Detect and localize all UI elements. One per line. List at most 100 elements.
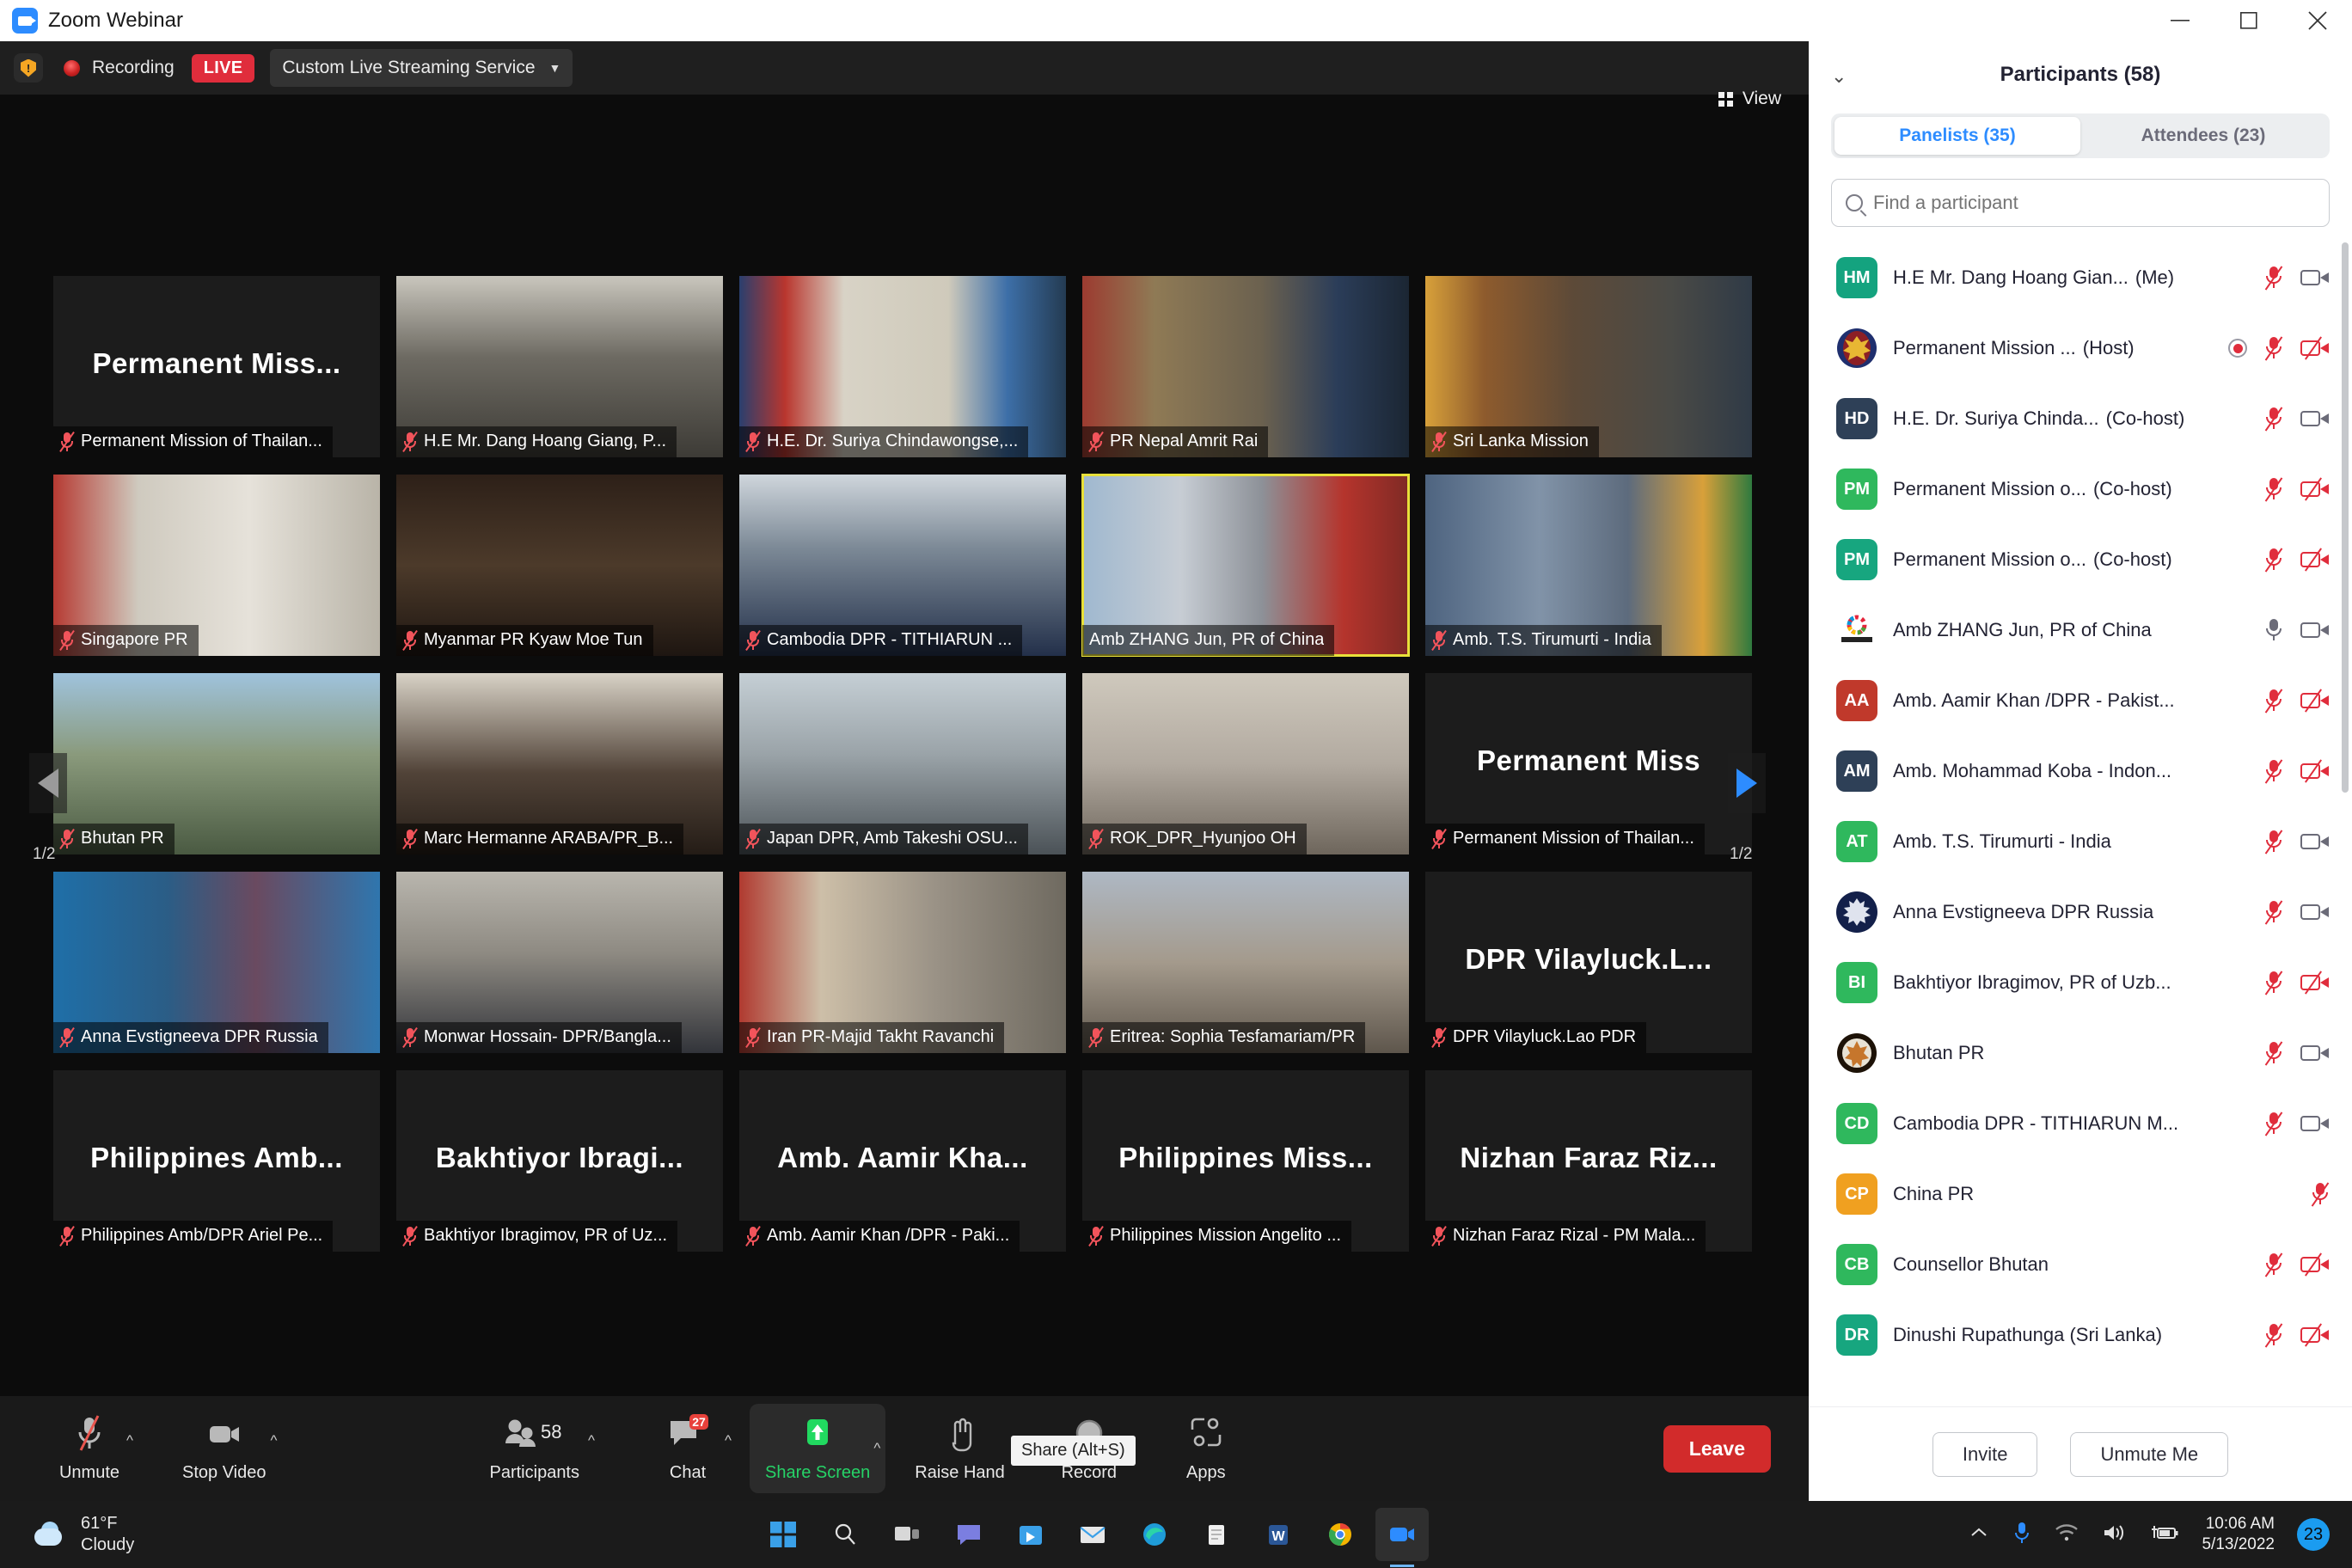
apps-button[interactable]: Apps bbox=[1170, 1396, 1242, 1501]
zoom-icon[interactable] bbox=[1375, 1508, 1429, 1561]
mic-muted-icon[interactable] bbox=[2264, 406, 2283, 432]
participant-row[interactable]: AT Amb. T.S. Tirumurti - India bbox=[1809, 806, 2352, 877]
participants-scrollbar[interactable] bbox=[2342, 242, 2349, 793]
chevron-up-icon[interactable]: ^ bbox=[588, 1432, 595, 1449]
video-tile[interactable]: Bakhtiyor Ibragi... Bakhtiyor Ibragimov,… bbox=[396, 1070, 723, 1252]
chat-teams-icon[interactable] bbox=[942, 1508, 995, 1561]
mic-muted-icon[interactable] bbox=[2264, 1040, 2283, 1066]
mic-muted-icon[interactable] bbox=[2264, 829, 2283, 854]
participants-button[interactable]: 58 ^ Participants bbox=[487, 1396, 584, 1501]
video-tile[interactable]: Philippines Amb... Philippines Amb/DPR A… bbox=[53, 1070, 380, 1252]
minimize-button[interactable] bbox=[2146, 0, 2214, 41]
video-tile[interactable]: Philippines Miss... Philippines Mission … bbox=[1082, 1070, 1409, 1252]
mic-muted-icon[interactable] bbox=[2264, 547, 2283, 573]
video-tile[interactable]: PR Nepal Amrit Rai bbox=[1082, 276, 1409, 457]
previous-page-button[interactable] bbox=[29, 753, 67, 813]
camera-off-icon[interactable] bbox=[2300, 972, 2330, 993]
participant-row[interactable]: Amb ZHANG Jun, PR of China bbox=[1809, 595, 2352, 665]
edge-icon[interactable] bbox=[1128, 1508, 1181, 1561]
mic-muted-icon[interactable] bbox=[2264, 1111, 2283, 1136]
video-tile[interactable]: ROK_DPR_Hyunjoo OH bbox=[1082, 673, 1409, 854]
video-tile[interactable]: Monwar Hossain- DPR/Bangla... bbox=[396, 872, 723, 1053]
camera-off-icon[interactable] bbox=[2300, 1325, 2330, 1345]
video-tile[interactable]: Iran PR-Majid Takht Ravanchi bbox=[739, 872, 1066, 1053]
next-page-button[interactable] bbox=[1728, 753, 1766, 813]
tab-attendees[interactable]: Attendees (23) bbox=[2080, 117, 2326, 155]
search-icon[interactable] bbox=[818, 1508, 872, 1561]
unmute-button[interactable]: ^ Unmute bbox=[53, 1396, 126, 1501]
participant-row[interactable]: AA Amb. Aamir Khan /DPR - Pakist... bbox=[1809, 665, 2352, 736]
store-icon[interactable] bbox=[1004, 1508, 1057, 1561]
mic-muted-icon[interactable] bbox=[2264, 335, 2283, 361]
camera-icon[interactable] bbox=[2300, 267, 2330, 288]
stop-video-button[interactable]: ^ Stop Video bbox=[179, 1396, 270, 1501]
participant-row[interactable]: CD Cambodia DPR - TITHIARUN M... bbox=[1809, 1088, 2352, 1159]
video-tile[interactable]: Marc Hermanne ARABA/PR_B... bbox=[396, 673, 723, 854]
view-button[interactable]: View bbox=[1710, 81, 1790, 117]
camera-off-icon[interactable] bbox=[2300, 549, 2330, 570]
participant-row[interactable]: Anna Evstigneeva DPR Russia bbox=[1809, 877, 2352, 947]
video-tile[interactable]: Sri Lanka Mission bbox=[1425, 276, 1752, 457]
video-tile[interactable]: Amb. T.S. Tirumurti - India bbox=[1425, 475, 1752, 656]
mic-muted-icon[interactable] bbox=[2264, 476, 2283, 502]
participant-row[interactable]: Permanent Mission ... (Host) bbox=[1809, 313, 2352, 383]
chevron-up-icon[interactable]: ^ bbox=[725, 1432, 732, 1449]
camera-off-icon[interactable] bbox=[2300, 338, 2330, 358]
camera-off-icon[interactable] bbox=[2300, 479, 2330, 499]
participant-row[interactable]: PM Permanent Mission o... (Co-host) bbox=[1809, 524, 2352, 595]
video-tile[interactable]: Myanmar PR Kyaw Moe Tun bbox=[396, 475, 723, 656]
participant-search-box[interactable] bbox=[1831, 179, 2330, 227]
file-explorer-icon[interactable] bbox=[1190, 1508, 1243, 1561]
camera-icon[interactable] bbox=[2300, 1113, 2330, 1134]
mic-muted-icon[interactable] bbox=[2311, 1181, 2330, 1207]
participant-row[interactable]: CP China PR bbox=[1809, 1159, 2352, 1229]
speaker-icon[interactable] bbox=[2102, 1522, 2128, 1548]
camera-icon[interactable] bbox=[2300, 902, 2330, 922]
chevron-up-icon[interactable] bbox=[1968, 1522, 1990, 1548]
task-view-icon[interactable] bbox=[880, 1508, 934, 1561]
camera-off-icon[interactable] bbox=[2300, 690, 2330, 711]
mic-muted-icon[interactable] bbox=[2264, 1252, 2283, 1277]
participant-row[interactable]: HD H.E. Dr. Suriya Chinda... (Co-host) bbox=[1809, 383, 2352, 454]
invite-button[interactable]: Invite bbox=[1932, 1432, 2038, 1477]
chevron-up-icon[interactable]: ^ bbox=[271, 1432, 278, 1449]
camera-icon[interactable] bbox=[2300, 1043, 2330, 1063]
chevron-up-icon[interactable]: ^ bbox=[126, 1432, 133, 1449]
share-screen-button[interactable]: ^ Share Screen bbox=[750, 1404, 885, 1493]
video-tile-active-speaker[interactable]: Amb ZHANG Jun, PR of China bbox=[1082, 475, 1409, 656]
live-stream-service-dropdown[interactable]: Custom Live Streaming Service ▼ bbox=[270, 49, 573, 87]
unmute-me-button[interactable]: Unmute Me bbox=[2070, 1432, 2228, 1477]
video-tile[interactable]: Eritrea: Sophia Tesfamariam/PR bbox=[1082, 872, 1409, 1053]
chrome-icon[interactable] bbox=[1314, 1508, 1367, 1561]
microphone-icon[interactable] bbox=[2012, 1520, 2031, 1550]
video-tile[interactable]: Cambodia DPR - TITHIARUN ... bbox=[739, 475, 1066, 656]
camera-icon[interactable] bbox=[2300, 831, 2330, 852]
mail-icon[interactable] bbox=[1066, 1508, 1119, 1561]
maximize-button[interactable] bbox=[2214, 0, 2283, 41]
participant-row[interactable]: PM Permanent Mission o... (Co-host) bbox=[1809, 454, 2352, 524]
word-icon[interactable]: W bbox=[1252, 1508, 1305, 1561]
mic-muted-icon[interactable] bbox=[2264, 1322, 2283, 1348]
camera-off-icon[interactable] bbox=[2300, 761, 2330, 781]
camera-off-icon[interactable] bbox=[2300, 1254, 2330, 1275]
leave-button[interactable]: Leave bbox=[1663, 1425, 1771, 1473]
raise-hand-button[interactable]: Raise Hand bbox=[911, 1396, 1008, 1501]
chevron-up-icon[interactable]: ^ bbox=[873, 1440, 880, 1457]
participant-row[interactable]: BI Bakhtiyor Ibragimov, PR of Uzb... bbox=[1809, 947, 2352, 1018]
video-tile[interactable]: DPR Vilayluck.L... DPR Vilayluck.Lao PDR bbox=[1425, 872, 1752, 1053]
mic-muted-icon[interactable] bbox=[2264, 758, 2283, 784]
chevron-down-icon[interactable]: ⌄ bbox=[1831, 65, 1847, 88]
close-button[interactable] bbox=[2283, 0, 2352, 41]
video-tile[interactable]: Permanent Miss Permanent Mission of Thai… bbox=[1425, 673, 1752, 854]
participant-row[interactable]: HM H.E Mr. Dang Hoang Gian... (Me) bbox=[1809, 242, 2352, 313]
video-tile[interactable]: Bhutan PR bbox=[53, 673, 380, 854]
search-input[interactable] bbox=[1873, 192, 2315, 214]
video-tile[interactable]: Nizhan Faraz Riz... Nizhan Faraz Rizal -… bbox=[1425, 1070, 1752, 1252]
video-tile[interactable]: H.E. Dr. Suriya Chindawongse,... bbox=[739, 276, 1066, 457]
video-tile[interactable]: H.E Mr. Dang Hoang Giang, P... bbox=[396, 276, 723, 457]
participant-row[interactable]: AM Amb. Mohammad Koba - Indon... bbox=[1809, 736, 2352, 806]
mic-muted-icon[interactable] bbox=[2264, 265, 2283, 291]
mic-muted-icon[interactable] bbox=[2264, 899, 2283, 925]
participant-row[interactable]: CB Counsellor Bhutan bbox=[1809, 1229, 2352, 1300]
wifi-icon[interactable] bbox=[2054, 1522, 2079, 1548]
